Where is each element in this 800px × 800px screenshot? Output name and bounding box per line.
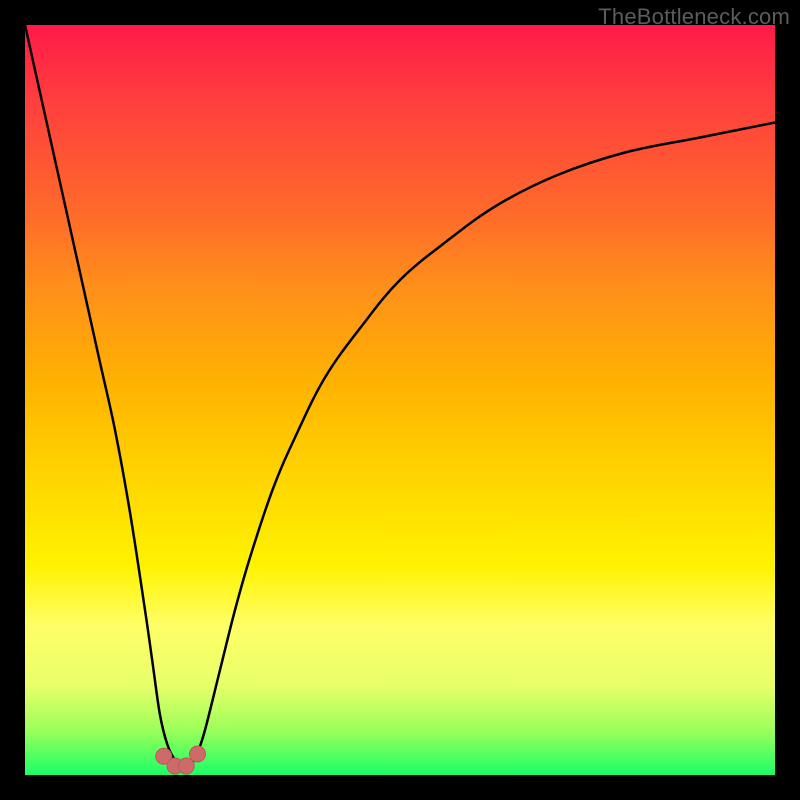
curve-right-branch (190, 123, 775, 768)
curve-marker (190, 746, 206, 762)
plot-area (25, 25, 775, 775)
curve-left-branch (25, 25, 183, 768)
chart-frame: TheBottleneck.com (0, 0, 800, 800)
chart-svg (25, 25, 775, 775)
curve-marker (178, 758, 194, 774)
curve-markers (156, 746, 206, 774)
